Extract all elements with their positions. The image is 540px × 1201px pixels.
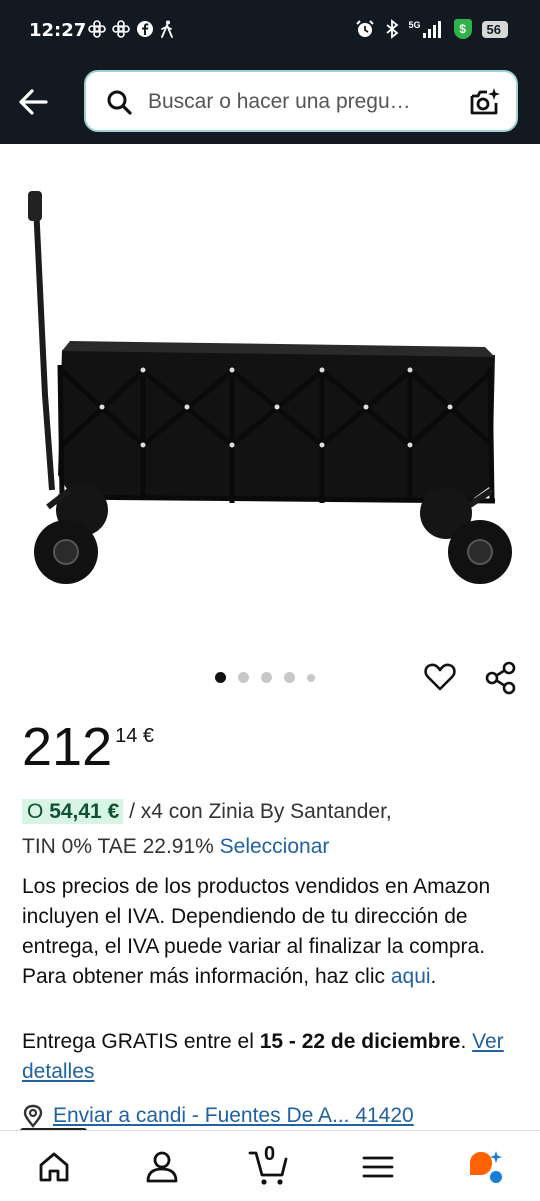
wagon-handle xyxy=(33,204,55,491)
financing-suffix: / x4 con Zinia By Santander, xyxy=(123,800,392,823)
walking-icon xyxy=(161,20,173,38)
camera-sparkle-icon[interactable] xyxy=(468,86,502,118)
battery-icon: 56 xyxy=(481,20,508,38)
financing-badge: O 54,41 € xyxy=(22,799,124,824)
vat-info: Los precios de los productos vendidos en… xyxy=(22,872,522,992)
product-price: 212 14 € xyxy=(22,716,154,778)
account-icon[interactable] xyxy=(142,1147,182,1187)
vat-info-link[interactable]: aqui xyxy=(391,965,431,988)
bluetooth-icon xyxy=(385,19,398,39)
signal-icon: 5G xyxy=(409,20,444,38)
delivery-dates: 15 - 22 de diciembre xyxy=(259,1030,461,1053)
network-label: 5G xyxy=(408,20,421,30)
location-text: Enviar a candi - Fuentes De A... 41420 xyxy=(53,1104,414,1127)
menu-icon[interactable] xyxy=(358,1147,398,1187)
financing-amount: 54,41 € xyxy=(49,800,120,823)
financing-select-link[interactable]: Seleccionar xyxy=(220,835,330,858)
home-icon[interactable] xyxy=(34,1147,74,1187)
price-whole: 212 xyxy=(22,717,113,777)
delivery-prefix: Entrega GRATIS entre el xyxy=(22,1030,260,1053)
alarm-icon xyxy=(355,20,374,37)
carousel-dot[interactable] xyxy=(284,672,295,683)
shield-dollar-icon: $ xyxy=(453,19,472,39)
share-icon[interactable] xyxy=(483,660,519,696)
search-placeholder: Buscar o hacer una pregu… xyxy=(148,90,411,113)
financing-offer: O 54,41 € / x4 con Zinia By Santander, T… xyxy=(22,794,522,864)
carousel-dot[interactable] xyxy=(238,672,249,683)
carousel-dot[interactable] xyxy=(261,672,272,683)
rufus-ai-icon[interactable] xyxy=(466,1147,506,1187)
wagon-handle-grip xyxy=(28,191,42,221)
search-icon xyxy=(107,90,132,115)
cart-count: 0 xyxy=(264,1143,276,1165)
arrow-left-icon[interactable] xyxy=(15,84,51,120)
location-pin-icon xyxy=(23,1104,43,1128)
facebook-icon xyxy=(137,21,153,37)
delivery-dot: . xyxy=(460,1030,473,1053)
carousel-dot[interactable] xyxy=(215,672,226,683)
financing-prefix: O xyxy=(27,800,44,823)
bottom-nav: 0 xyxy=(0,1130,540,1201)
search-input[interactable]: Buscar o hacer una pregu… xyxy=(84,70,518,132)
delivery-location[interactable]: Enviar a candi - Fuentes De A... 41420 xyxy=(22,1104,414,1128)
carousel-dot[interactable] xyxy=(307,673,315,682)
status-bar: 12:27 5G $ 56 xyxy=(0,0,540,62)
status-system-icons: 5G $ 56 xyxy=(355,19,508,39)
status-time: 12:27 xyxy=(29,20,87,41)
vat-end: . xyxy=(430,965,437,988)
image-carousel-dots[interactable] xyxy=(215,672,315,683)
price-fraction: 14 € xyxy=(115,725,155,747)
search-header: Buscar o hacer una pregu… xyxy=(0,62,540,144)
product-image[interactable] xyxy=(0,145,540,645)
flower-icon xyxy=(88,20,106,38)
delivery-info: Entrega GRATIS entre el 15 - 22 de dicie… xyxy=(22,1027,522,1087)
financing-terms: TIN 0% TAE 22.91% xyxy=(22,835,220,858)
heart-icon[interactable] xyxy=(423,660,457,694)
status-notification-icons xyxy=(88,20,174,38)
flower-icon xyxy=(112,20,130,38)
